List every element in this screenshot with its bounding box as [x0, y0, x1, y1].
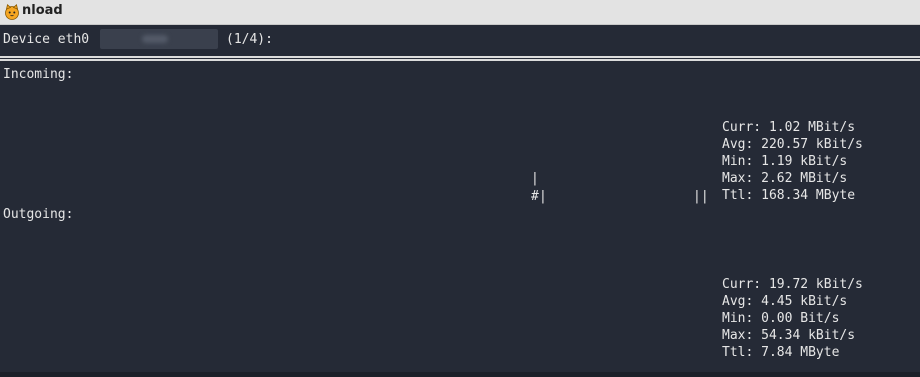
- incoming-avg: Avg: 220.57 kBit/s: [722, 137, 863, 152]
- outgoing-stats: Curr: 19.72 kBit/s Avg: 4.45 kBit/s Min:…: [722, 276, 863, 361]
- incoming-graph-bar-top: |: [531, 171, 539, 186]
- device-label: Device eth0: [3, 32, 90, 47]
- window-bottom-edge: [0, 372, 920, 377]
- incoming-label: Incoming:: [3, 67, 74, 82]
- terminal-area[interactable]: Device eth0 (1/4): Incoming: Curr: 1.02 …: [0, 25, 920, 372]
- incoming-curr: Curr: 1.02 MBit/s: [722, 120, 856, 135]
- outgoing-curr: Curr: 19.72 kBit/s: [722, 277, 863, 292]
- header-divider: [0, 56, 920, 61]
- incoming-stats: Curr: 1.02 MBit/s Avg: 220.57 kBit/s Min…: [722, 119, 863, 204]
- incoming-graph-bar-right: ||: [693, 189, 709, 204]
- outgoing-avg: Avg: 4.45 kBit/s: [722, 294, 848, 309]
- outgoing-min: Min: 0.00 Bit/s: [722, 311, 840, 326]
- incoming-min: Min: 1.19 kBit/s: [722, 154, 848, 169]
- redacted-address: [100, 29, 218, 49]
- cat-face-icon: [5, 4, 19, 20]
- incoming-max: Max: 2.62 MBit/s: [722, 171, 848, 186]
- outgoing-label: Outgoing:: [3, 207, 74, 222]
- incoming-graph-bar-hash: #: [531, 189, 539, 204]
- title-bar[interactable]: nload: [0, 0, 920, 25]
- window-title: nload: [22, 3, 63, 18]
- incoming-graph-bar-pipe: |: [539, 189, 547, 204]
- outgoing-ttl: Ttl: 7.84 MByte: [722, 345, 840, 360]
- device-page-indicator: (1/4):: [226, 32, 273, 47]
- nload-window: nload Device eth0 (1/4): Incoming: Curr:…: [0, 0, 920, 377]
- outgoing-max: Max: 54.34 kBit/s: [722, 328, 856, 343]
- incoming-ttl: Ttl: 168.34 MByte: [722, 188, 856, 203]
